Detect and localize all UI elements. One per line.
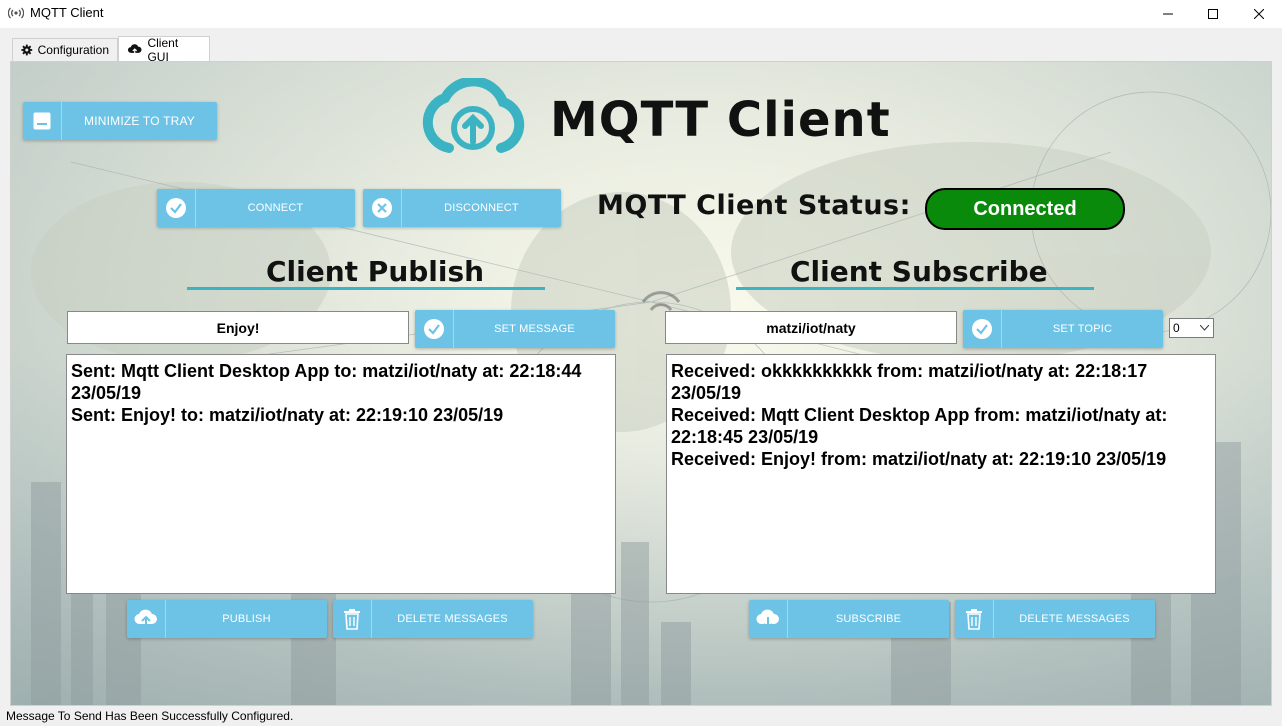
cloud-upload-icon	[127, 600, 166, 638]
set-topic-label: SET TOPIC	[1052, 323, 1113, 335]
check-circle-icon	[157, 189, 196, 227]
list-item: Sent: Enjoy! to: matzi/iot/naty at: 22:1…	[71, 405, 504, 425]
chevron-down-icon	[1200, 325, 1209, 331]
list-item: Received: Enjoy! from: matzi/iot/naty at…	[671, 449, 1167, 469]
publish-section-title: Client Publish	[266, 255, 485, 288]
tab-configuration[interactable]: Configuration	[12, 38, 118, 61]
status-bar-text: Message To Send Has Been Successfully Co…	[6, 709, 294, 723]
publish-button[interactable]: PUBLISH	[127, 600, 327, 638]
subscribe-button[interactable]: SUBSCRIBE	[749, 600, 949, 638]
publish-title-underline	[187, 287, 545, 290]
topic-input[interactable]: matzi/iot/naty	[665, 311, 957, 344]
minimize-to-tray-label: MINIMIZE TO TRAY	[84, 114, 195, 128]
qos-select-value: 0	[1173, 321, 1180, 335]
check-circle-icon	[963, 310, 1002, 348]
minimize-to-tray-button[interactable]: MINIMIZE TO TRAY	[23, 102, 217, 140]
close-icon	[1254, 9, 1264, 19]
maximize-window-button[interactable]	[1190, 0, 1236, 28]
set-message-button[interactable]: SET MESSAGE	[415, 310, 615, 348]
close-window-button[interactable]	[1236, 0, 1282, 28]
qos-select[interactable]: 0	[1169, 318, 1214, 338]
list-item: Received: okkkkkkkkkk from: matzi/iot/na…	[671, 361, 1148, 403]
connect-label: CONNECT	[247, 202, 304, 214]
x-circle-icon	[363, 189, 402, 227]
check-circle-icon	[415, 310, 454, 348]
subscribe-title-underline	[736, 287, 1094, 290]
subscribe-messages-area[interactable]: Received: okkkkkkkkkk from: matzi/iot/na…	[666, 354, 1216, 594]
message-input[interactable]: Enjoy!	[67, 311, 409, 344]
subscribe-label: SUBSCRIBE	[835, 613, 902, 625]
minimize-icon	[1163, 13, 1173, 15]
list-item: Received: Mqtt Client Desktop App from: …	[671, 405, 1168, 447]
status-badge: Connected	[925, 188, 1125, 230]
trash-icon	[333, 600, 372, 638]
minus-icon	[23, 102, 62, 140]
publish-label: PUBLISH	[222, 613, 271, 625]
tab-client-gui-label: Client GUI	[147, 35, 179, 64]
trash-icon	[955, 600, 994, 638]
cloud-download-icon	[749, 600, 788, 638]
tab-configuration-label: Configuration	[37, 43, 109, 57]
list-item: Sent: Mqtt Client Desktop App to: matzi/…	[71, 361, 582, 403]
client-gui-panel: MINIMIZE TO TRAY MQTT Client CONNECT DIS…	[10, 61, 1272, 706]
gear-icon	[21, 44, 33, 56]
set-topic-button[interactable]: SET TOPIC	[963, 310, 1163, 348]
title-bar: MQTT Client	[0, 0, 1282, 28]
delete-received-messages-button[interactable]: DELETE MESSAGES	[955, 600, 1155, 638]
subscribe-section-title: Client Subscribe	[790, 255, 1048, 288]
delete-messages-label: DELETE MESSAGES	[1019, 613, 1130, 625]
broadcast-icon	[8, 7, 24, 19]
disconnect-label: DISCONNECT	[444, 202, 519, 214]
disconnect-button[interactable]: DISCONNECT	[363, 189, 561, 227]
window-title: MQTT Client	[30, 5, 104, 20]
status-bar: Message To Send Has Been Successfully Co…	[0, 706, 1282, 726]
minimize-window-button[interactable]	[1145, 0, 1191, 28]
delete-messages-label: DELETE MESSAGES	[397, 613, 508, 625]
set-message-label: SET MESSAGE	[494, 323, 575, 335]
tab-client-gui[interactable]: Client GUI	[118, 35, 210, 64]
status-label: MQTT Client Status:	[597, 190, 911, 221]
delete-published-messages-button[interactable]: DELETE MESSAGES	[333, 600, 533, 638]
logo-text: MQTT Client	[550, 92, 891, 148]
cloud-icon	[127, 44, 142, 55]
connect-button[interactable]: CONNECT	[157, 189, 355, 227]
mqtt-logo-icon	[422, 78, 525, 153]
maximize-icon	[1208, 9, 1218, 19]
publish-messages-area[interactable]: Sent: Mqtt Client Desktop App to: matzi/…	[66, 354, 616, 594]
